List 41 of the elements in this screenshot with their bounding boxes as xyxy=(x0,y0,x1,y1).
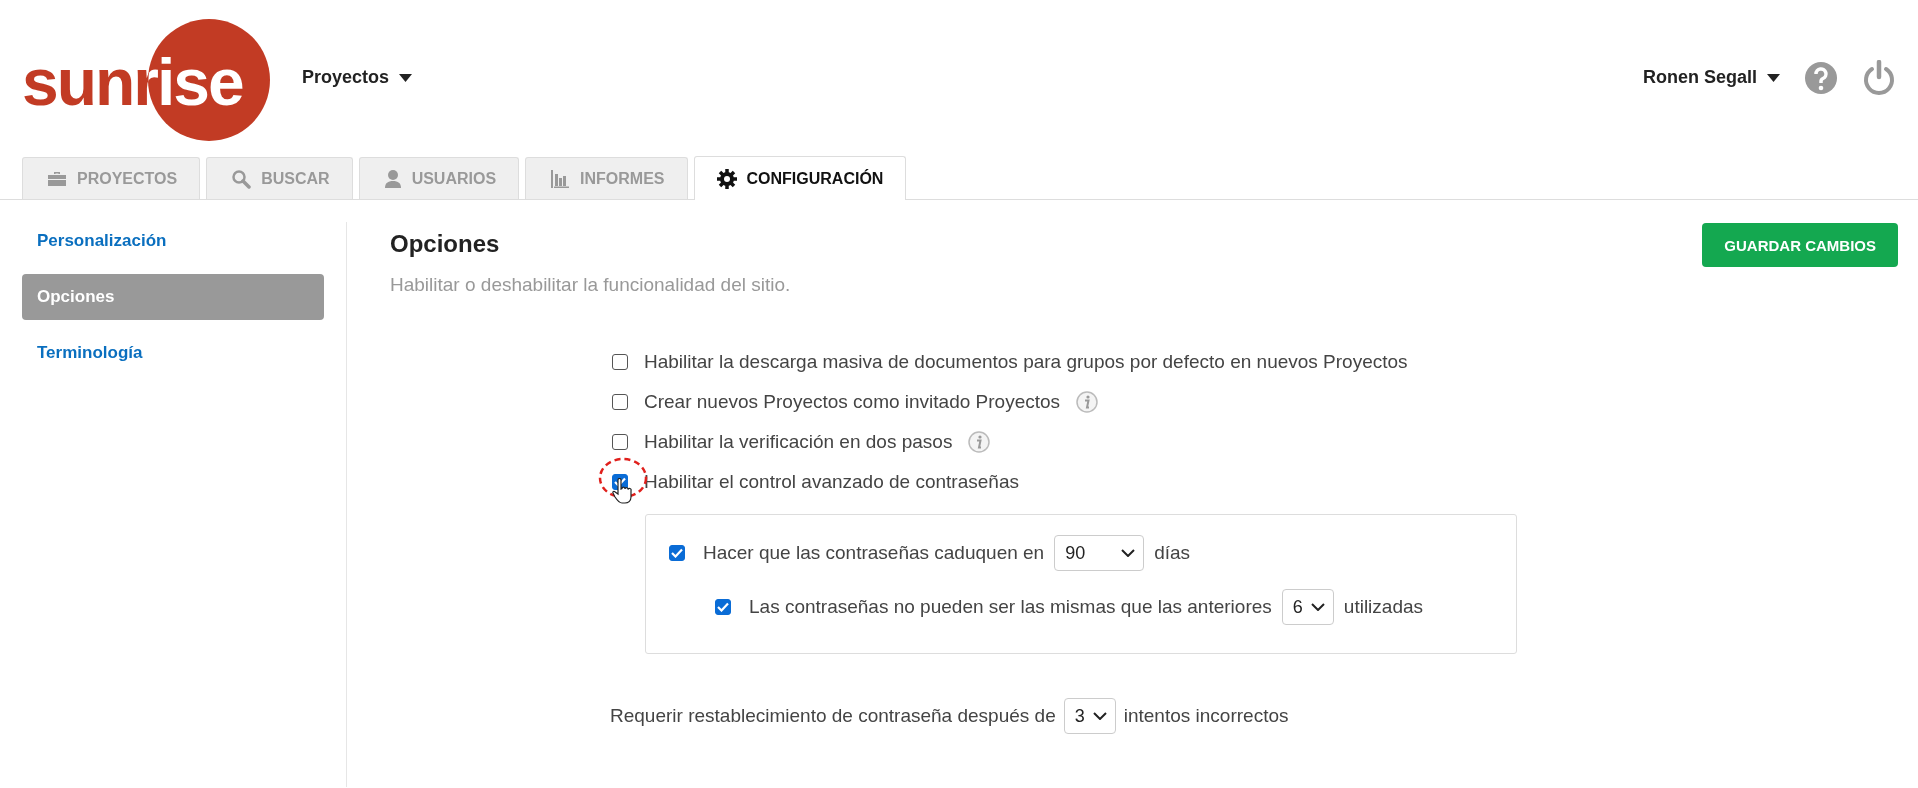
projects-menu[interactable]: Proyectos xyxy=(302,67,413,88)
sidebar-item[interactable]: Personalización xyxy=(22,218,324,264)
option-label: Crear nuevos Proyectos como invitado Proyectos xyxy=(644,391,1061,413)
select-field[interactable]: 90 xyxy=(1054,535,1145,571)
select-field[interactable]: 3 xyxy=(1063,698,1116,734)
page-subtitle: Habilitar o deshabilitar la funcionalidad del sitio. xyxy=(390,274,791,296)
search-icon xyxy=(231,168,252,189)
save-changes-button[interactable]: GUARDAR CAMBIOS xyxy=(1702,223,1898,267)
page-title: Opciones xyxy=(390,230,501,258)
nav-tab[interactable]: CONFIGURACIÓN xyxy=(693,156,907,200)
option-label: Habilitar la verificación en dos pasos xyxy=(644,431,953,453)
checkbox[interactable] xyxy=(612,434,628,450)
option-label: Hacer que las contraseñas caduquen en xyxy=(703,542,1045,564)
option-label: Las contraseñas no pueden ser las mismas que las anteriores xyxy=(749,596,1272,618)
briefcase-icon xyxy=(47,170,67,187)
option-label: Habilitar el control avanzado de contraseñas xyxy=(644,471,1019,493)
select-field[interactable]: 6 xyxy=(1281,589,1334,625)
power-icon[interactable] xyxy=(1862,59,1896,96)
caret-icon xyxy=(1121,549,1136,557)
unit-label: intentos incorrectos xyxy=(1123,705,1289,727)
caret-icon xyxy=(399,73,413,82)
checkbox[interactable] xyxy=(669,545,685,561)
gear-icon xyxy=(716,168,737,189)
sidebar-item[interactable]: Opciones xyxy=(22,274,324,320)
sidebar-item[interactable]: Terminología xyxy=(22,330,324,376)
caret-icon xyxy=(1092,712,1107,720)
unit-label: utilizadas xyxy=(1343,596,1424,618)
user-icon xyxy=(383,169,402,188)
checkbox[interactable] xyxy=(612,354,628,370)
checkbox[interactable] xyxy=(612,394,628,410)
caret-icon xyxy=(1767,73,1780,82)
bar-chart-icon xyxy=(550,169,571,188)
user-menu[interactable]: Ronen Segall xyxy=(1642,67,1780,88)
unit-label: días xyxy=(1154,542,1191,564)
caret-icon xyxy=(1310,603,1325,611)
option-label: Requerir restablecimiento de contraseña después de xyxy=(610,705,1056,727)
info-icon[interactable] xyxy=(1076,391,1099,413)
option-label: Habilitar la descarga masiva de documentos para grupos por defecto en nuevos Proyectos xyxy=(644,351,1408,373)
checkbox[interactable] xyxy=(715,599,731,615)
help-icon[interactable] xyxy=(1804,60,1838,95)
info-icon[interactable] xyxy=(968,431,991,453)
